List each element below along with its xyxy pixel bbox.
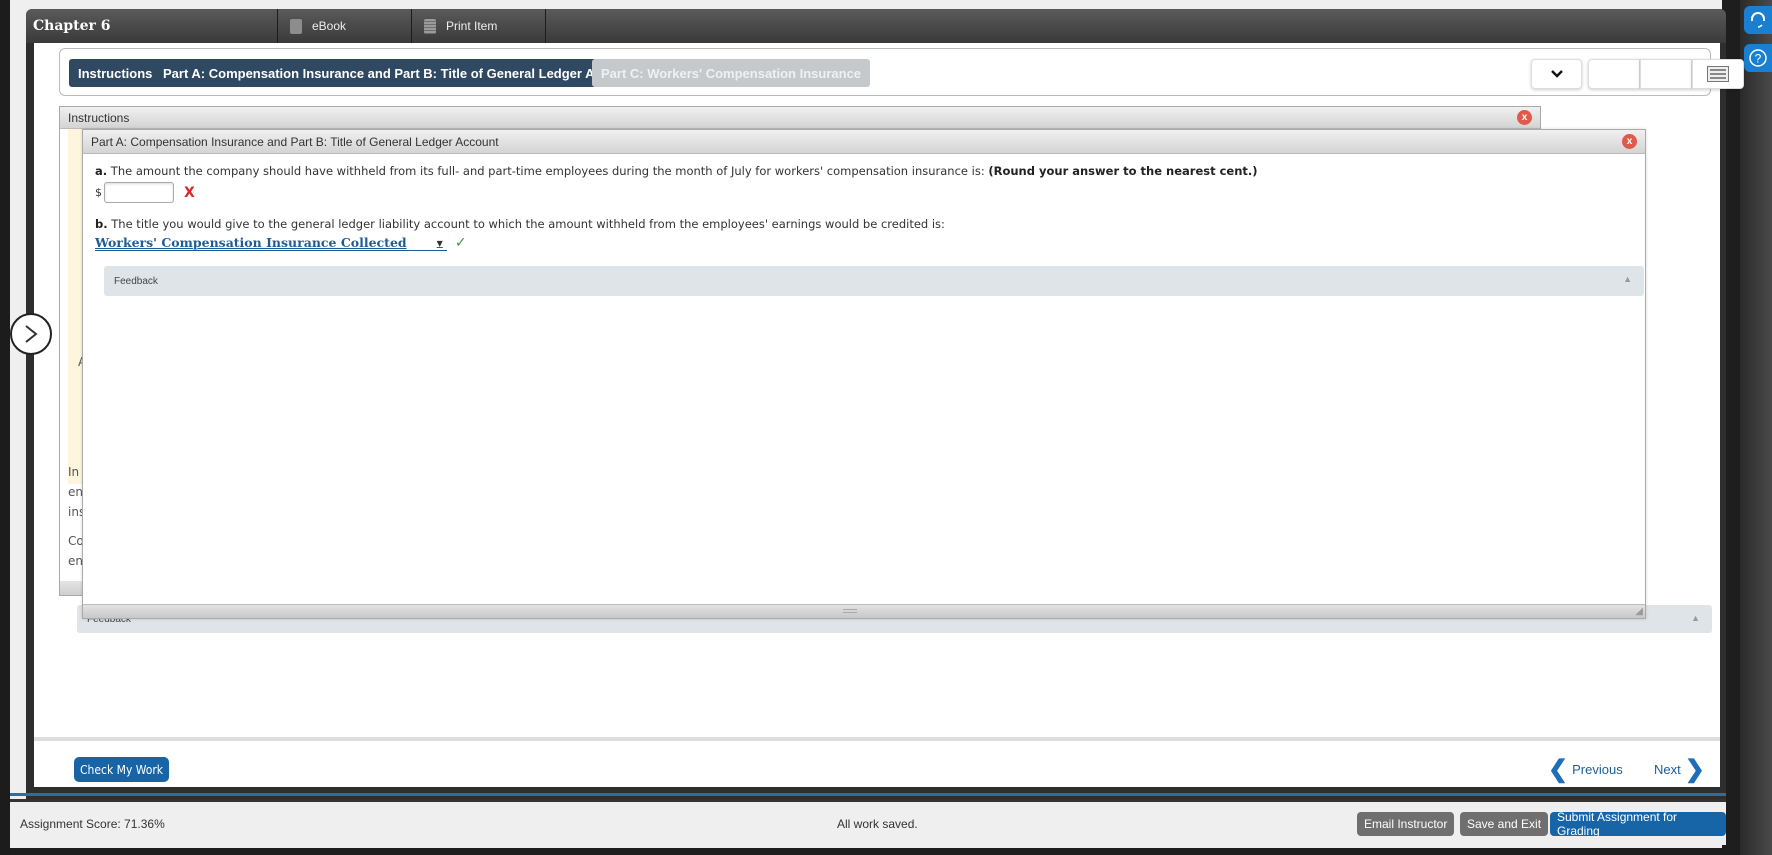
select-arrow-icon: ▼ [436, 237, 443, 248]
tab-part-a-b[interactable]: Part A: Compensation Insurance and Part … [154, 59, 647, 87]
print-icon [424, 18, 436, 34]
part-a-panel-resize-bar[interactable]: ◢ [83, 604, 1645, 618]
save-status: All work saved. [837, 816, 918, 831]
incorrect-icon: X [184, 184, 195, 201]
ebook-button[interactable]: eBook [278, 9, 412, 43]
book-icon [290, 18, 302, 34]
support-button[interactable] [1744, 6, 1772, 34]
tab-bar: Instructions Part A: Compensation Insura… [59, 48, 1744, 96]
next-label: Next [1654, 762, 1681, 777]
assignment-score: Assignment Score: 71.36% [20, 816, 165, 831]
collapse-triangle-icon[interactable]: ▲ [1691, 613, 1700, 623]
tab-part-c: Part C: Workers' Compensation Insurance [592, 59, 871, 87]
email-instructor-button[interactable]: Email Instructor [1357, 812, 1455, 836]
question-a-instruction: (Round your answer to the nearest cent.) [988, 164, 1258, 178]
amount-input[interactable] [104, 182, 174, 203]
content-area: Instructions Part A: Compensation Insura… [34, 43, 1744, 787]
question-b: b. The title you would give to the gener… [95, 217, 1633, 231]
previous-label: Previous [1572, 762, 1623, 777]
assignment-window: Chapter 6 eBook Print Item Instructions … [26, 9, 1744, 799]
chevron-left-icon: ❮ [1548, 756, 1569, 783]
tab-instructions[interactable]: Instructions [69, 59, 162, 87]
print-label: Print Item [446, 19, 498, 33]
save-and-exit-button[interactable]: Save and Exit [1460, 812, 1549, 836]
question-b-letter: b. [95, 217, 108, 231]
answer-a-row: $ X [95, 182, 1633, 203]
help-button[interactable]: ? [1744, 44, 1772, 72]
print-item-button[interactable]: Print Item [412, 9, 546, 43]
selected-account-title: Workers' Compensation Insurance Collecte… [95, 235, 407, 250]
side-toolbar [1740, 0, 1772, 855]
instructions-panel-title: Instructions [68, 110, 130, 125]
status-divider [10, 793, 1726, 796]
toolbar-button-2[interactable] [1640, 59, 1692, 89]
status-bar: Assignment Score: 71.36% All work saved.… [10, 799, 1726, 845]
menu-button[interactable] [1692, 59, 1744, 89]
svg-text:?: ? [1755, 52, 1762, 66]
part-a-feedback-bar[interactable]: Feedback ▲ [104, 266, 1644, 296]
chevron-right-icon [25, 325, 38, 343]
answer-b-row: Workers' Compensation Insurance Collecte… [95, 235, 1633, 251]
correct-check-icon: ✓ [454, 235, 467, 251]
close-icon[interactable]: x [1517, 110, 1532, 125]
close-icon[interactable]: x [1622, 134, 1637, 149]
left-edge [0, 0, 10, 855]
check-my-work-button[interactable]: Check My Work [74, 757, 170, 782]
part-a-panel: Part A: Compensation Insurance and Part … [82, 129, 1646, 619]
ebook-label: eBook [312, 19, 347, 33]
list-menu-icon [1707, 66, 1729, 82]
chevron-right-icon: ❯ [1684, 756, 1705, 783]
account-title-select[interactable]: Workers' Compensation Insurance Collecte… [95, 235, 447, 251]
instructions-panel-header[interactable]: Instructions x [60, 107, 1540, 129]
header-bar: Chapter 6 eBook Print Item [26, 9, 1726, 43]
chevron-down-icon [1550, 70, 1563, 78]
chapter-title: Chapter 6 [26, 9, 278, 43]
currency-symbol: $ [95, 186, 102, 199]
instructions-text-fragment: en [68, 485, 83, 499]
footer-divider [34, 737, 1720, 741]
question-a: a. The amount the company should have wi… [95, 164, 1633, 178]
submit-assignment-button[interactable]: Submit Assignment for Grading [1550, 810, 1726, 838]
question-b-text: The title you would give to the general … [111, 217, 945, 231]
part-a-panel-title: Part A: Compensation Insurance and Part … [91, 134, 499, 149]
part-a-panel-header[interactable]: Part A: Compensation Insurance and Part … [83, 130, 1645, 154]
previous-button[interactable]: ❮ Previous [1548, 755, 1623, 784]
drag-handle-icon[interactable] [843, 609, 857, 613]
instructions-text-fragment: en [68, 554, 83, 568]
instructions-text-fragment: In [68, 465, 80, 479]
expand-sidebar-button[interactable] [10, 313, 52, 355]
help-icon: ? [1749, 49, 1767, 67]
dropdown-button[interactable] [1531, 59, 1582, 89]
question-a-text: The amount the company should have withh… [110, 164, 985, 178]
next-button[interactable]: Next ❯ [1654, 755, 1705, 784]
part-a-body: a. The amount the company should have wi… [83, 154, 1645, 261]
resize-grip-icon[interactable]: ◢ [1635, 606, 1643, 617]
question-a-letter: a. [95, 164, 108, 178]
headset-icon [1751, 12, 1765, 28]
toolbar-button-1[interactable] [1588, 59, 1640, 89]
collapse-triangle-icon[interactable]: ▲ [1623, 274, 1632, 284]
feedback-label: Feedback [114, 275, 158, 287]
